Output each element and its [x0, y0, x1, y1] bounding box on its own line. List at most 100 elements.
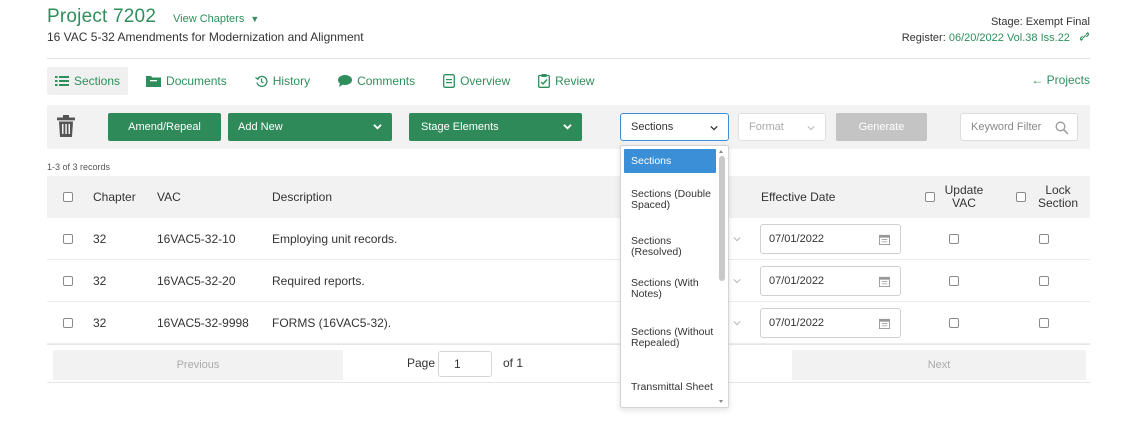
lock-section-checkbox[interactable]: [1039, 302, 1049, 344]
search-icon: [1055, 121, 1069, 135]
list-icon: [55, 76, 69, 86]
row-chapter: 32: [93, 232, 107, 246]
tab-comments[interactable]: Comments: [328, 67, 425, 95]
trash-icon[interactable]: [57, 115, 75, 137]
chevron-down-icon: ▼: [250, 14, 260, 24]
header-effective-date[interactable]: Effective Date: [761, 176, 835, 218]
chevron-down-icon: [373, 124, 382, 130]
chevron-down-icon[interactable]: [733, 319, 741, 327]
update-vac-checkbox[interactable]: [949, 218, 959, 260]
history-icon: [254, 75, 268, 87]
project-title: Project 7202: [47, 6, 157, 27]
tab-label: Comments: [357, 74, 416, 88]
update-vac-checkbox[interactable]: [925, 176, 935, 218]
format-select[interactable]: Format: [738, 113, 826, 141]
table-row: 32 16VAC5-32-9998 FORMS (16VAC5-32). 07/…: [47, 302, 1090, 344]
header-vac[interactable]: VAC: [157, 176, 181, 218]
row-vac-link[interactable]: 16VAC5-32-20: [157, 260, 236, 302]
effective-date-input[interactable]: 07/01/2022: [760, 266, 901, 296]
row-chapter: 32: [93, 316, 107, 330]
dropdown-option-double-spaced[interactable]: Sections (Double Spaced): [624, 181, 716, 219]
effective-date-value: 07/01/2022: [769, 233, 825, 245]
tab-review[interactable]: Review: [528, 67, 604, 95]
row-checkbox[interactable]: [63, 260, 73, 302]
dropdown-option-with-notes[interactable]: Sections (With Notes): [624, 276, 716, 302]
row-checkbox[interactable]: [63, 302, 73, 344]
select-all-checkbox[interactable]: [63, 176, 73, 218]
checklist-icon: [538, 74, 551, 88]
tab-documents[interactable]: Documents: [136, 67, 237, 95]
page-label: Page: [407, 356, 436, 370]
tab-bar: Sections Documents History Comments Over…: [47, 66, 612, 96]
table-row: 32 16VAC5-32-20 Required reports. 07/01/…: [47, 260, 1090, 302]
next-button[interactable]: Next: [792, 350, 1086, 380]
stage-elements-label: Stage Elements: [421, 121, 499, 133]
calendar-icon[interactable]: [879, 234, 890, 245]
generate-button[interactable]: Generate: [836, 113, 927, 141]
amend-repeal-button[interactable]: Amend/Repeal: [108, 113, 221, 141]
tab-label: Overview: [460, 74, 511, 88]
sections-select-value: Sections: [631, 121, 674, 133]
dropdown-option-sections[interactable]: Sections: [624, 149, 716, 173]
dropdown-scroll-thumb[interactable]: [719, 156, 725, 281]
stage-elements-button[interactable]: Stage Elements: [409, 113, 582, 141]
header-chapter[interactable]: Chapter: [93, 176, 136, 218]
page-input[interactable]: 1: [438, 351, 492, 377]
document-icon: [443, 74, 456, 88]
header-update-vac: Update VAC: [944, 183, 984, 210]
row-vac-link[interactable]: 16VAC5-32-10: [157, 218, 236, 260]
effective-date-input[interactable]: 07/01/2022: [760, 308, 901, 338]
chevron-down-icon: [807, 126, 815, 131]
lock-section-checkbox[interactable]: [1039, 218, 1049, 260]
update-vac-checkbox[interactable]: [949, 260, 959, 302]
format-select-value: Format: [749, 121, 784, 133]
tab-label: Documents: [166, 74, 227, 88]
row-vac-link[interactable]: 16VAC5-32-9998: [157, 302, 249, 344]
chevron-down-icon[interactable]: [733, 235, 741, 243]
row-description: Employing unit records.: [272, 232, 398, 246]
view-chapters-label: View Chapters: [173, 13, 245, 25]
view-chapters-link[interactable]: View Chapters ▼: [173, 13, 259, 25]
effective-date-value: 07/01/2022: [769, 275, 825, 287]
update-vac-checkbox[interactable]: [949, 302, 959, 344]
page-of-label: of 1: [503, 356, 524, 370]
header-description[interactable]: Description: [272, 176, 332, 218]
tab-history[interactable]: History: [245, 67, 320, 95]
register-info: Register: 06/20/2022 Vol.38 Iss.22: [902, 31, 1090, 44]
row-checkbox[interactable]: [63, 218, 73, 260]
dropdown-option-without-repealed[interactable]: Sections (Without Repealed): [624, 318, 716, 358]
project-subtitle: 16 VAC 5-32 Amendments for Modernization…: [47, 30, 364, 44]
tab-label: History: [272, 74, 311, 88]
sections-dropdown-list: Sections Sections (Double Spaced) Sectio…: [620, 145, 729, 408]
records-count: 1-3 of 3 records: [47, 162, 111, 172]
sections-select[interactable]: Sections: [620, 113, 729, 141]
previous-button[interactable]: Previous: [53, 350, 343, 380]
chevron-down-icon: [563, 124, 572, 130]
effective-date-value: 07/01/2022: [769, 317, 825, 329]
calendar-icon[interactable]: [879, 318, 890, 329]
register-link[interactable]: 06/20/2022 Vol.38 Iss.22: [949, 32, 1070, 44]
add-new-button[interactable]: Add New: [228, 113, 392, 141]
row-chapter: 32: [93, 274, 107, 288]
link-icon[interactable]: [1079, 31, 1090, 42]
tab-overview[interactable]: Overview: [433, 67, 520, 95]
stage-label: Stage: Exempt Final: [990, 16, 1090, 28]
chevron-down-icon[interactable]: [733, 277, 741, 285]
lock-section-checkbox[interactable]: [1016, 176, 1026, 218]
pagination: Previous Page 1 of 1 Next: [47, 344, 1090, 383]
chevron-down-icon: [710, 125, 718, 131]
projects-link[interactable]: ← Projects: [1031, 73, 1090, 87]
tab-sections[interactable]: Sections: [47, 67, 129, 95]
lock-section-checkbox[interactable]: [1039, 260, 1049, 302]
tab-label: Review: [555, 74, 595, 88]
comment-icon: [338, 75, 353, 87]
header-divider: [47, 58, 1090, 59]
effective-date-input[interactable]: 07/01/2022: [760, 224, 901, 254]
row-description: FORMS (16VAC5-32).: [272, 316, 392, 330]
keyword-filter-input[interactable]: Keyword Filter: [960, 113, 1078, 141]
keyword-filter-placeholder: Keyword Filter: [971, 121, 1042, 133]
dropdown-option-resolved[interactable]: Sections (Resolved): [624, 234, 716, 260]
dropdown-option-transmittal-sheet[interactable]: Transmittal Sheet: [624, 374, 716, 400]
table-row: 32 16VAC5-32-10 Employing unit records. …: [47, 218, 1090, 260]
calendar-icon[interactable]: [879, 276, 890, 287]
